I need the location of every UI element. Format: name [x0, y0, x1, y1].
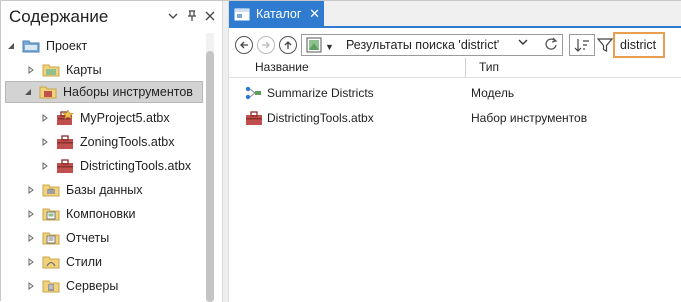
tree-item-toolboxes[interactable]: Наборы инструментов — [5, 81, 203, 103]
databases-folder-icon — [42, 182, 60, 198]
pane-options-icon[interactable] — [165, 7, 181, 25]
tree-item-styles[interactable]: Стили — [25, 251, 102, 273]
chevron-down-icon[interactable] — [518, 38, 528, 49]
collapsed-arrow-icon[interactable] — [39, 160, 51, 172]
header-divider — [229, 77, 681, 78]
result-row[interactable]: Summarize Districts Модель — [229, 82, 681, 104]
catalog-icon — [233, 6, 251, 22]
tree-item-label: Базы данных — [66, 183, 143, 197]
result-name: Summarize Districts — [267, 86, 374, 100]
toolbox-default-icon — [56, 110, 74, 126]
catalog-location-icon — [306, 37, 322, 56]
search-input[interactable]: district — [613, 32, 665, 58]
tree-item-layouts[interactable]: Компоновки — [25, 203, 136, 225]
contents-pane: Содержание Проект Карты Наборы инструмен… — [1, 1, 222, 302]
collapsed-arrow-icon[interactable] — [25, 64, 37, 76]
reports-folder-icon — [42, 230, 60, 246]
tree-item-reports[interactable]: Отчеты — [25, 227, 109, 249]
pane-splitter[interactable] — [222, 1, 229, 302]
result-row[interactable]: DistrictingTools.atbx Набор инструментов — [229, 107, 681, 129]
tree-item-label: Проект — [46, 39, 88, 53]
collapsed-arrow-icon[interactable] — [39, 136, 51, 148]
tree-item-label: Карты — [66, 63, 102, 77]
column-name-header[interactable]: Название — [255, 60, 309, 74]
tree-item-servers[interactable]: Серверы — [25, 275, 118, 297]
result-type: Набор инструментов — [471, 111, 588, 125]
tab-catalog[interactable]: Каталог ✕ — [229, 1, 324, 26]
tree-item-maps[interactable]: Карты — [25, 59, 102, 81]
location-dropdown-icon[interactable]: ▼ — [325, 42, 334, 52]
tree-item-label: Компоновки — [66, 207, 136, 221]
tree-item-databases[interactable]: Базы данных — [25, 179, 143, 201]
search-value: district — [620, 38, 657, 52]
collapsed-arrow-icon[interactable] — [25, 208, 37, 220]
collapsed-arrow-icon[interactable] — [25, 256, 37, 268]
tree-item-label: Наборы инструментов — [63, 85, 193, 99]
up-button[interactable] — [279, 36, 297, 54]
collapsed-arrow-icon[interactable] — [39, 112, 51, 124]
location-text: Результаты поиска 'district' — [346, 38, 500, 52]
app-window: Содержание Проект Карты Наборы инструмен… — [0, 0, 681, 302]
sort-button[interactable] — [569, 34, 595, 56]
location-bar[interactable]: ▼ Результаты поиска 'district' — [301, 34, 563, 56]
tree-item-label: Стили — [66, 255, 103, 269]
expanded-arrow-icon[interactable] — [5, 40, 17, 52]
styles-folder-icon — [42, 254, 60, 270]
column-separator[interactable] — [465, 58, 466, 78]
tab-label: Каталог — [256, 6, 302, 21]
column-header: Название Тип — [229, 58, 681, 78]
toolbox-icon — [56, 134, 74, 150]
close-pane-icon[interactable] — [202, 7, 218, 25]
catalog-toolbar: ▼ Результаты поиска 'district' district — [229, 32, 681, 58]
collapsed-arrow-icon[interactable] — [25, 184, 37, 196]
toolboxes-folder-icon — [39, 84, 57, 100]
tree-item-districtingtools[interactable]: DistrictingTools.atbx — [39, 155, 191, 177]
contents-title: Содержание — [9, 7, 109, 26]
tree-item-label: ZoningTools.atbx — [80, 135, 175, 149]
refresh-icon[interactable] — [541, 35, 561, 53]
tree-item-label: DistrictingTools.atbx — [80, 159, 192, 173]
tree-item-myproject5[interactable]: MyProject5.atbx — [39, 107, 170, 129]
result-name: DistrictingTools.atbx — [267, 111, 374, 125]
tree-item-zoningtools[interactable]: ZoningTools.atbx — [39, 131, 175, 153]
tree-scrollbar-thumb[interactable] — [206, 51, 214, 302]
layouts-folder-icon — [42, 206, 60, 222]
tree-item-project[interactable]: Проект — [5, 35, 87, 57]
close-tab-icon[interactable]: ✕ — [309, 6, 320, 22]
project-folder-icon — [22, 38, 40, 54]
filter-icon[interactable] — [595, 34, 615, 56]
toolbox-icon — [245, 110, 263, 126]
servers-folder-icon — [42, 278, 60, 294]
back-button[interactable] — [235, 36, 253, 54]
maps-folder-icon — [42, 62, 60, 78]
collapsed-arrow-icon[interactable] — [25, 280, 37, 292]
expanded-arrow-icon[interactable] — [22, 86, 34, 98]
tree-item-label: MyProject5.atbx — [80, 111, 170, 125]
tab-strip: Каталог ✕ — [229, 1, 681, 28]
pin-icon[interactable] — [184, 7, 200, 25]
model-icon — [245, 85, 263, 101]
catalog-view: Каталог ✕ ▼ Результаты поиска 'district' — [229, 1, 681, 302]
tree-item-label: Серверы — [66, 279, 119, 293]
forward-button[interactable] — [257, 36, 275, 54]
toolbox-icon — [56, 158, 74, 174]
result-type: Модель — [471, 86, 515, 100]
tree-item-label: Отчеты — [66, 231, 110, 245]
collapsed-arrow-icon[interactable] — [25, 232, 37, 244]
column-type-header[interactable]: Тип — [479, 60, 499, 74]
